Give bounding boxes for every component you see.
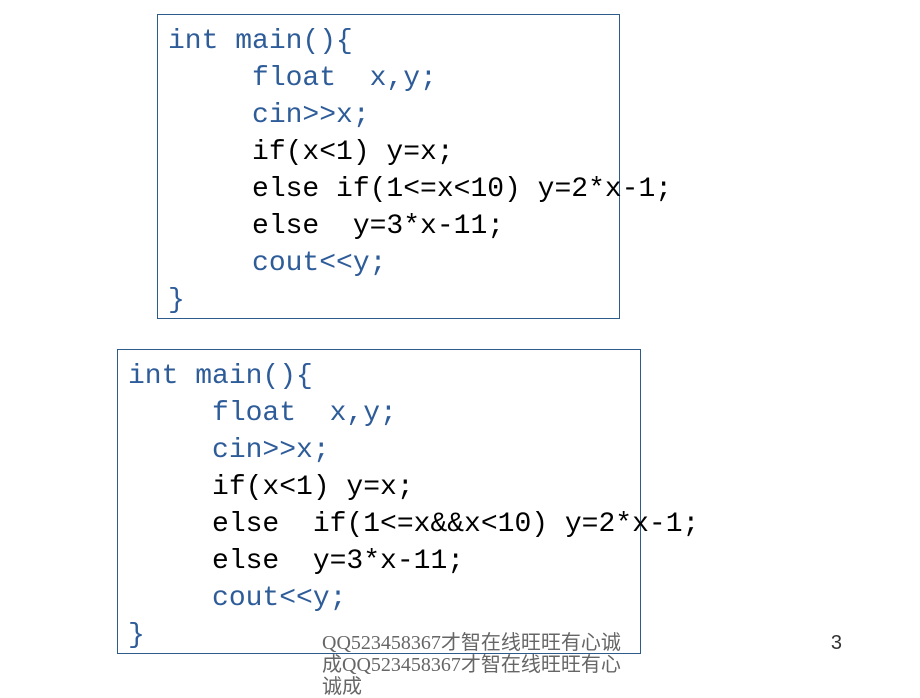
code-example-1: int main(){ float x,y; cin>>x; if(x<1) y… (157, 14, 620, 319)
code-line: float x,y; (158, 60, 619, 97)
code-line: else if(1<=x&&x<10) y=2*x-1; (118, 506, 640, 543)
code-line: else if(1<=x<10) y=2*x-1; (158, 171, 619, 208)
code-line: int main(){ (158, 15, 619, 60)
code-line: else y=3*x-11; (118, 543, 640, 580)
page-number: 3 (831, 632, 842, 655)
code-line: cout<<y; (158, 245, 619, 282)
code-line: else y=3*x-11; (158, 208, 619, 245)
code-line: } (158, 282, 619, 319)
code-example-2: int main(){ float x,y; cin>>x; if(x<1) y… (117, 349, 641, 654)
code-line: if(x<1) y=x; (118, 469, 640, 506)
code-line: if(x<1) y=x; (158, 134, 619, 171)
code-line: cin>>x; (118, 432, 640, 469)
code-line: int main(){ (118, 350, 640, 395)
footer-watermark: QQ523458367才智在线旺旺有心诚成QQ523458367才智在线旺旺有心… (322, 632, 622, 698)
code-line: cout<<y; (118, 580, 640, 617)
code-line: float x,y; (118, 395, 640, 432)
code-line: cin>>x; (158, 97, 619, 134)
